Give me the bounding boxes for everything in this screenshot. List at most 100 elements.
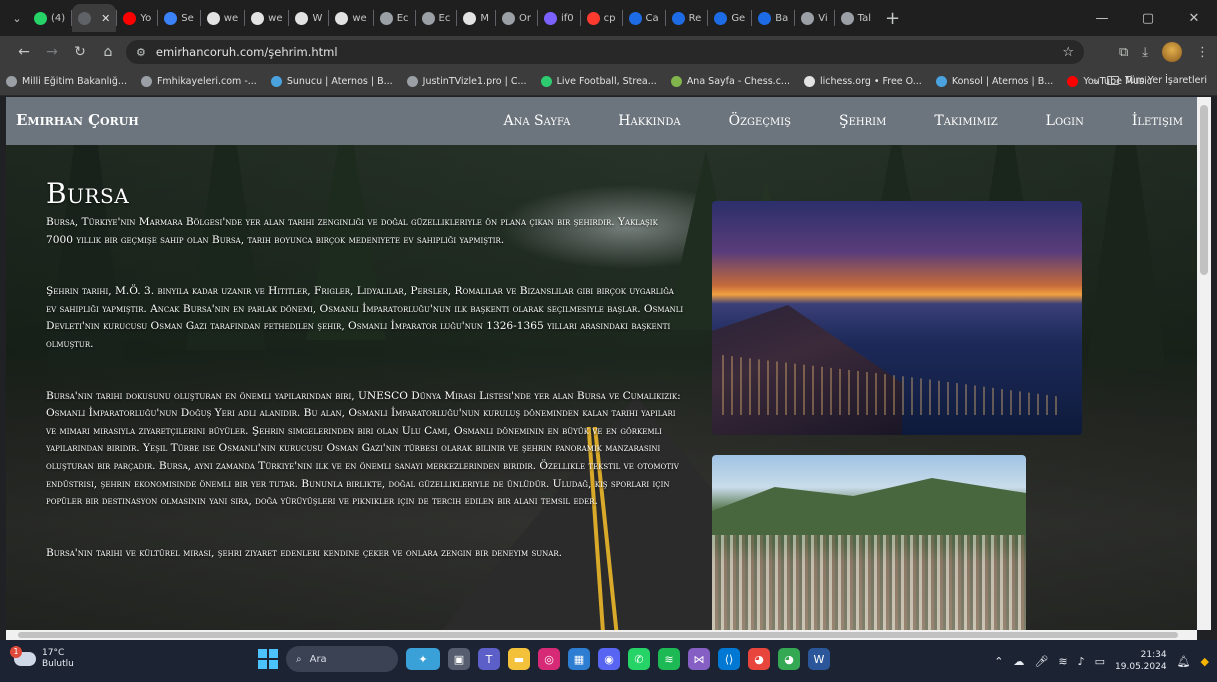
chrome-icon[interactable]: ◕ (748, 648, 770, 670)
notification-bell-icon[interactable]: 🔔︎ (1177, 655, 1191, 668)
address-bar[interactable]: ⚙ emirhancoruh.com/şehrim.html ☆ (126, 40, 1084, 64)
tab-favicon-icon (78, 11, 92, 25)
nav-sehrim[interactable]: Şehrim (839, 113, 886, 129)
bookmark-item[interactable]: Ana Sayfa - Chess.c... (670, 76, 790, 87)
browser-tab[interactable]: M (457, 4, 495, 32)
battery-icon[interactable]: ▭ (1095, 655, 1105, 668)
instagram-icon[interactable]: ◎ (538, 648, 560, 670)
widgets-app-icon[interactable]: ✦ (406, 648, 440, 670)
chrome-profile-icon[interactable]: ◕ (778, 648, 800, 670)
browser-tab[interactable]: Ge (708, 4, 751, 32)
task-view-icon[interactable]: ▣ (448, 648, 470, 670)
browser-tab[interactable]: Or (496, 4, 537, 32)
reload-icon[interactable]: ↻ (66, 44, 94, 60)
vscode-icon[interactable]: ⟨⟩ (718, 648, 740, 670)
browser-tab[interactable]: cp (581, 4, 622, 32)
browser-tab[interactable]: Ba (752, 4, 794, 32)
nav-ana-sayfa[interactable]: Ana Sayfa (503, 113, 570, 129)
bookmark-item[interactable]: Konsol | Aternos | B... (935, 76, 1053, 87)
browser-tab[interactable]: Yo (117, 4, 157, 32)
chevron-up-icon[interactable]: ⌃ (994, 655, 1003, 668)
close-window-icon[interactable]: ✕ (1171, 11, 1217, 26)
volume-icon[interactable]: ♪ (1078, 655, 1085, 668)
site-brand[interactable]: Emirhan Çoruh (16, 111, 139, 129)
paragraph-heritage: Bursa'nın tarihi dokusunu oluşturan en ö… (46, 389, 681, 508)
nav-takimimiz[interactable]: Takımımız (934, 113, 997, 129)
bookmark-label: Ana Sayfa - Chess.c... (686, 76, 790, 87)
browser-tab[interactable]: W (289, 4, 328, 32)
taskbar-search[interactable]: ⌕ Ara (286, 646, 398, 672)
browser-tab[interactable]: (4) (28, 4, 71, 32)
browser-tab[interactable]: Vi (795, 4, 833, 32)
browser-tab[interactable]: we (245, 4, 288, 32)
windows-taskbar: 1 17°C Bulutlu ⌕ Ara ✦ ▣ T ▬ ◎ ▦ ◉ ✆ ≋ ⋈… (0, 640, 1217, 682)
onedrive-icon[interactable]: ☁ (1013, 655, 1024, 668)
page-viewport: Emirhan Çoruh Ana Sayfa Hakkında Özgeçmi… (6, 97, 1197, 630)
word-icon[interactable]: W (808, 648, 830, 670)
tab-label: Ec (438, 12, 451, 24)
clock[interactable]: 21:34 19.05.2024 (1115, 649, 1167, 673)
tab-label: if0 (561, 12, 574, 24)
bookmarks-overflow-button[interactable]: » (1092, 75, 1099, 88)
tab-search-icon[interactable]: ⌄ (6, 7, 28, 29)
bookmark-item[interactable]: JustinTVizle1.pro | C... (406, 76, 527, 87)
nav-iletisim[interactable]: İletişim (1132, 113, 1183, 129)
whatsapp-icon[interactable]: ✆ (628, 648, 650, 670)
browser-tab[interactable]: Ec (374, 4, 415, 32)
teams-icon[interactable]: T (478, 648, 500, 670)
bookmark-label: lichess.org • Free O... (819, 76, 922, 87)
extensions-icon[interactable]: ⧉ (1119, 45, 1128, 60)
bookmark-item[interactable]: Milli Eğitim Bakanlığ... (6, 76, 127, 87)
forward-icon[interactable]: → (38, 44, 66, 60)
bookmark-label: Live Football, Strea... (556, 76, 657, 87)
browser-tab[interactable]: Ec (416, 4, 457, 32)
file-explorer-icon[interactable]: ▬ (508, 648, 530, 670)
nav-ozgecmis[interactable]: Özgeçmiş (729, 113, 791, 129)
bookmark-item[interactable]: lichess.org • Free O... (803, 76, 922, 87)
wifi-icon[interactable]: ≋ (1058, 655, 1067, 668)
home-icon[interactable]: ⌂ (94, 44, 122, 60)
browser-tab[interactable]: Re (666, 4, 708, 32)
store-icon[interactable]: ▦ (568, 648, 590, 670)
discord-icon[interactable]: ◉ (598, 648, 620, 670)
bookmark-item[interactable]: Live Football, Strea... (540, 76, 657, 87)
restore-icon[interactable]: ▢ (1125, 11, 1171, 26)
bookmark-item[interactable]: Sunucu | Aternos | B... (270, 76, 393, 87)
folder-icon (1107, 76, 1120, 85)
browser-tab[interactable]: if0 (538, 4, 580, 32)
tab-favicon-icon (671, 11, 685, 25)
visual-studio-icon[interactable]: ⋈ (688, 648, 710, 670)
download-icon[interactable]: ⤓ (1142, 45, 1148, 60)
horizontal-scrollbar[interactable] (6, 630, 1197, 640)
browser-tab[interactable]: we (329, 4, 372, 32)
browser-tab[interactable]: Tal (835, 4, 877, 32)
tab-label: cp (603, 12, 616, 24)
paragraph-intro: Bursa, Türkiye'nin Marmara Bölgesi'nde y… (46, 216, 658, 246)
minimize-icon[interactable]: — (1079, 11, 1125, 26)
vertical-scrollbar[interactable] (1197, 97, 1211, 630)
nav-login[interactable]: Login (1046, 113, 1084, 129)
start-button[interactable] (258, 649, 278, 669)
nav-hakkinda[interactable]: Hakkında (618, 113, 680, 129)
browser-tab[interactable]: ✕ (72, 4, 117, 32)
url-text[interactable]: emirhancoruh.com/şehrim.html (156, 45, 338, 59)
profile-avatar[interactable] (1162, 42, 1182, 62)
site-info-icon[interactable]: ⚙ (136, 46, 146, 59)
browser-tab[interactable]: we (201, 4, 244, 32)
all-bookmarks-button[interactable]: Tüm Yer İşaretleri (1107, 75, 1207, 86)
tab-favicon-icon (544, 11, 557, 25)
tab-label: Tal (857, 12, 871, 24)
bookmark-star-icon[interactable]: ☆ (1062, 45, 1074, 60)
back-icon[interactable]: ← (10, 44, 38, 60)
browser-tab[interactable]: Ca (623, 4, 665, 32)
mic-icon[interactable]: 🎤︎ (1034, 655, 1048, 668)
tab-close-icon[interactable]: ✕ (101, 12, 110, 25)
menu-icon[interactable]: ⋮ (1196, 45, 1209, 60)
bookmark-item[interactable]: Fmhikayeleri.com -... (140, 76, 257, 87)
spotify-icon[interactable]: ≋ (658, 648, 680, 670)
copilot-icon[interactable]: ◆ (1201, 655, 1209, 668)
new-tab-button[interactable]: + (885, 8, 900, 29)
weather-widget[interactable]: 1 17°C Bulutlu (10, 646, 74, 670)
tab-favicon-icon (714, 11, 728, 25)
browser-tab[interactable]: Se (158, 4, 200, 32)
